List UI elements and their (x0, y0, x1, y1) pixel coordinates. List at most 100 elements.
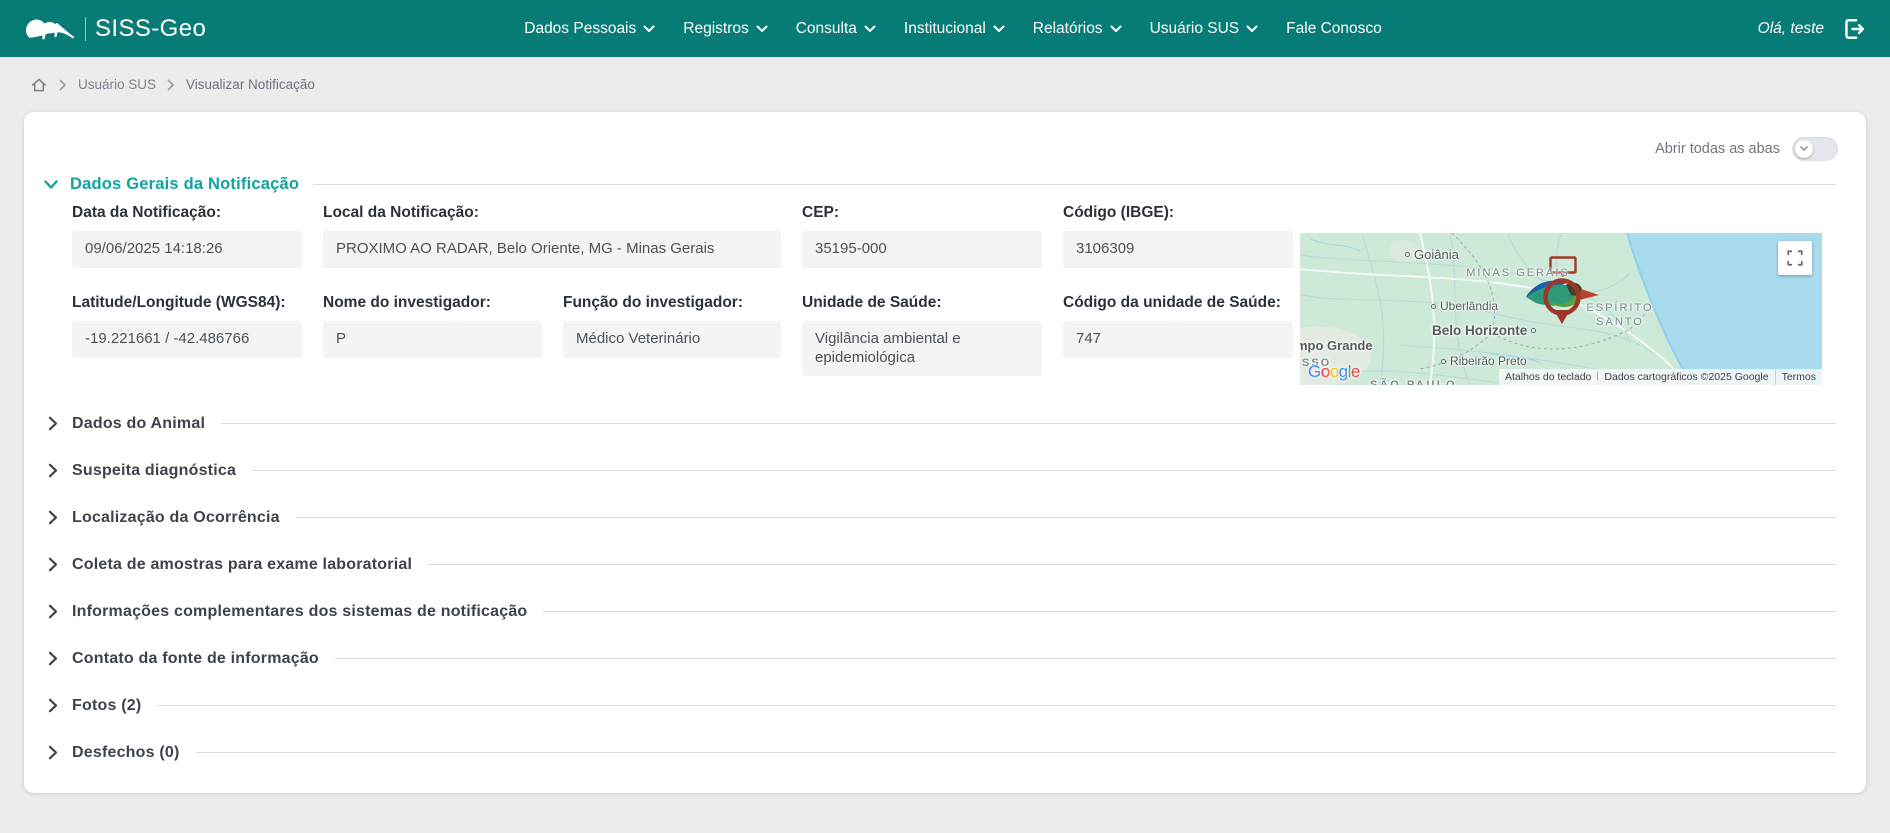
field-local-notificacao: Local da Notificação: PROXIMO AO RADAR, … (323, 204, 781, 268)
nav-item-label: Consulta (795, 19, 857, 37)
chevron-right-icon (48, 510, 58, 525)
chevron-right-icon (48, 463, 58, 478)
city-dot (1441, 358, 1446, 364)
field-label: Local da Notificação: (323, 204, 479, 221)
nav-menu-item[interactable]: Usuário SUS (1150, 20, 1259, 38)
map-keyboard-shortcuts[interactable]: Atalhos do teclado (1498, 369, 1598, 385)
map-fullscreen-button[interactable] (1778, 241, 1812, 275)
nav-item-label: Dados Pessoais (524, 19, 637, 37)
collapsed-sections: Dados do Animal Suspeita diagnóstica Loc… (48, 400, 1836, 776)
location-map[interactable]: Goiânia MINAS GERAIS Uberlândia Belo Hor… (1300, 233, 1822, 385)
section-title: Coleta de amostras para exame laboratori… (72, 555, 413, 573)
google-logo[interactable]: Google (1308, 362, 1360, 382)
brand-name: SISS-Geo (95, 14, 207, 42)
city-dot (1431, 303, 1436, 309)
google-logo-letter: G (1308, 362, 1321, 381)
field-value: PROXIMO AO RADAR, Belo Oriente, MG - Min… (323, 231, 781, 268)
chevron-down-icon (1110, 25, 1122, 32)
breadcrumb-usuario-sus[interactable]: Usuário SUS (78, 77, 156, 92)
map-label-belo-horizonte: Belo Horizonte (1432, 323, 1537, 338)
section-title: Dados do Animal (72, 414, 206, 432)
notification-card: Abrir todas as abas Dados Gerais da Noti… (24, 112, 1866, 793)
section-title: Dados Gerais da Notificação (70, 175, 300, 193)
map-label-minas-gerais: MINAS GERAIS (1466, 267, 1570, 279)
city-dot (1531, 328, 1537, 333)
nav-menu-item[interactable]: Fale Conosco (1286, 20, 1382, 38)
map-label-espirito: ESPÍRITO (1586, 302, 1654, 314)
chevron-down-icon (1800, 146, 1808, 151)
field-value: -19.221661 / -42.486766 (72, 320, 302, 358)
field-unidade-saude: Unidade de Saúde: Vigilância ambiental e… (802, 294, 1042, 377)
chevron-right-icon (48, 416, 58, 431)
section-toggle-row[interactable]: Desfechos (0) (48, 729, 1836, 776)
chevron-right-icon (167, 79, 174, 90)
chevron-right-icon (59, 79, 66, 90)
section-toggle-row[interactable]: Localização da Ocorrência (48, 494, 1836, 541)
field-label: Código (IBGE): (1063, 204, 1175, 221)
chevron-right-icon (48, 651, 58, 666)
nav-menu-item[interactable]: Relatórios (1033, 20, 1122, 38)
section-toggle-row[interactable]: Suspeita diagnóstica (48, 447, 1836, 494)
nav-item-label: Institucional (903, 19, 986, 37)
chevron-right-icon (48, 604, 58, 619)
nav-item-label: Registros (683, 19, 749, 37)
chevron-down-icon (864, 25, 876, 32)
map-terms-link[interactable]: Termos (1775, 369, 1822, 385)
field-value: 09/06/2025 14:18:26 (72, 231, 302, 268)
google-logo-letter: g (1338, 362, 1348, 381)
logout-icon (1845, 18, 1865, 39)
user-greeting: Olá, teste (1757, 19, 1824, 37)
section-toggle-row[interactable]: Contato da fonte de informação (48, 635, 1836, 682)
notification-form: Data da Notificação: 09/06/2025 14:18:26… (72, 204, 1293, 377)
nav-menu-item[interactable]: Consulta (796, 20, 876, 38)
section-divider-line (334, 658, 1836, 659)
anteater-logo-icon (26, 18, 75, 39)
section-dados-gerais-header[interactable]: Dados Gerais da Notificação (44, 175, 1836, 194)
brand[interactable]: SISS-Geo (24, 13, 206, 45)
map-label-uberlandia: Uberlândia (1431, 299, 1498, 313)
home-icon[interactable] (30, 76, 48, 94)
chevron-down-icon (44, 179, 58, 189)
google-logo-letter: e (1350, 362, 1360, 381)
field-label: Data da Notificação: (72, 204, 222, 221)
section-toggle-row[interactable]: Coleta de amostras para exame laboratori… (48, 541, 1836, 588)
section-divider-line (195, 752, 1836, 753)
field-cep: CEP: 35195-000 (802, 204, 1042, 268)
breadcrumb: Usuário SUS Visualizar Notificação (0, 57, 1890, 112)
field-value: P (323, 320, 542, 358)
city-dot (1405, 252, 1410, 257)
map-label-campo-grande: mpo Grande (1300, 338, 1373, 353)
open-all-tabs-toggle[interactable] (1792, 137, 1838, 161)
nav-menu-item[interactable]: Dados Pessoais (524, 20, 655, 38)
section-toggle-row[interactable]: Fotos (2) (48, 682, 1836, 729)
field-value: 3106309 (1063, 231, 1293, 268)
section-divider-line (428, 564, 1836, 565)
logout-button[interactable] (1840, 16, 1866, 42)
breadcrumb-current-page: Visualizar Notificação (186, 77, 315, 92)
field-nome-investigador: Nome do investigador: P (323, 294, 542, 377)
nav-item-label: Usuário SUS (1149, 19, 1240, 37)
nav-menu-item[interactable]: Institucional (904, 20, 1005, 38)
map-attribution: Atalhos do teclado Dados cartográficos ©… (1498, 369, 1822, 385)
brand-separator (85, 16, 86, 41)
google-logo-letter: o (1329, 362, 1339, 381)
chevron-right-icon (48, 745, 58, 760)
section-title: Suspeita diagnóstica (72, 461, 237, 479)
section-divider-line (221, 423, 1836, 424)
nav-menu-item[interactable]: Registros (683, 19, 768, 38)
nav-item-label: Fale Conosco (1286, 19, 1382, 37)
field-funcao-investigador: Função do investigador: Médico Veterinár… (563, 294, 781, 377)
chevron-down-icon (756, 25, 768, 32)
field-latitude-longitude: Latitude/Longitude (WGS84): -19.221661 /… (72, 294, 302, 377)
field-value: 35195-000 (802, 231, 1042, 268)
field-data-notificacao: Data da Notificação: 09/06/2025 14:18:26 (72, 204, 302, 268)
field-label: CEP: (802, 204, 840, 221)
fullscreen-icon (1787, 250, 1803, 266)
section-toggle-row[interactable]: Informações complementares dos sistemas … (48, 588, 1836, 635)
section-toggle-row[interactable]: Dados do Animal (48, 400, 1836, 447)
field-codigo-ibge: Código (IBGE): 3106309 (1063, 204, 1293, 268)
chevron-right-icon (48, 698, 58, 713)
chevron-down-icon (643, 25, 655, 32)
section-title: Contato da fonte de informação (72, 649, 319, 667)
navbar: SISS-Geo Dados Pessoais Registros Consul… (0, 0, 1890, 57)
